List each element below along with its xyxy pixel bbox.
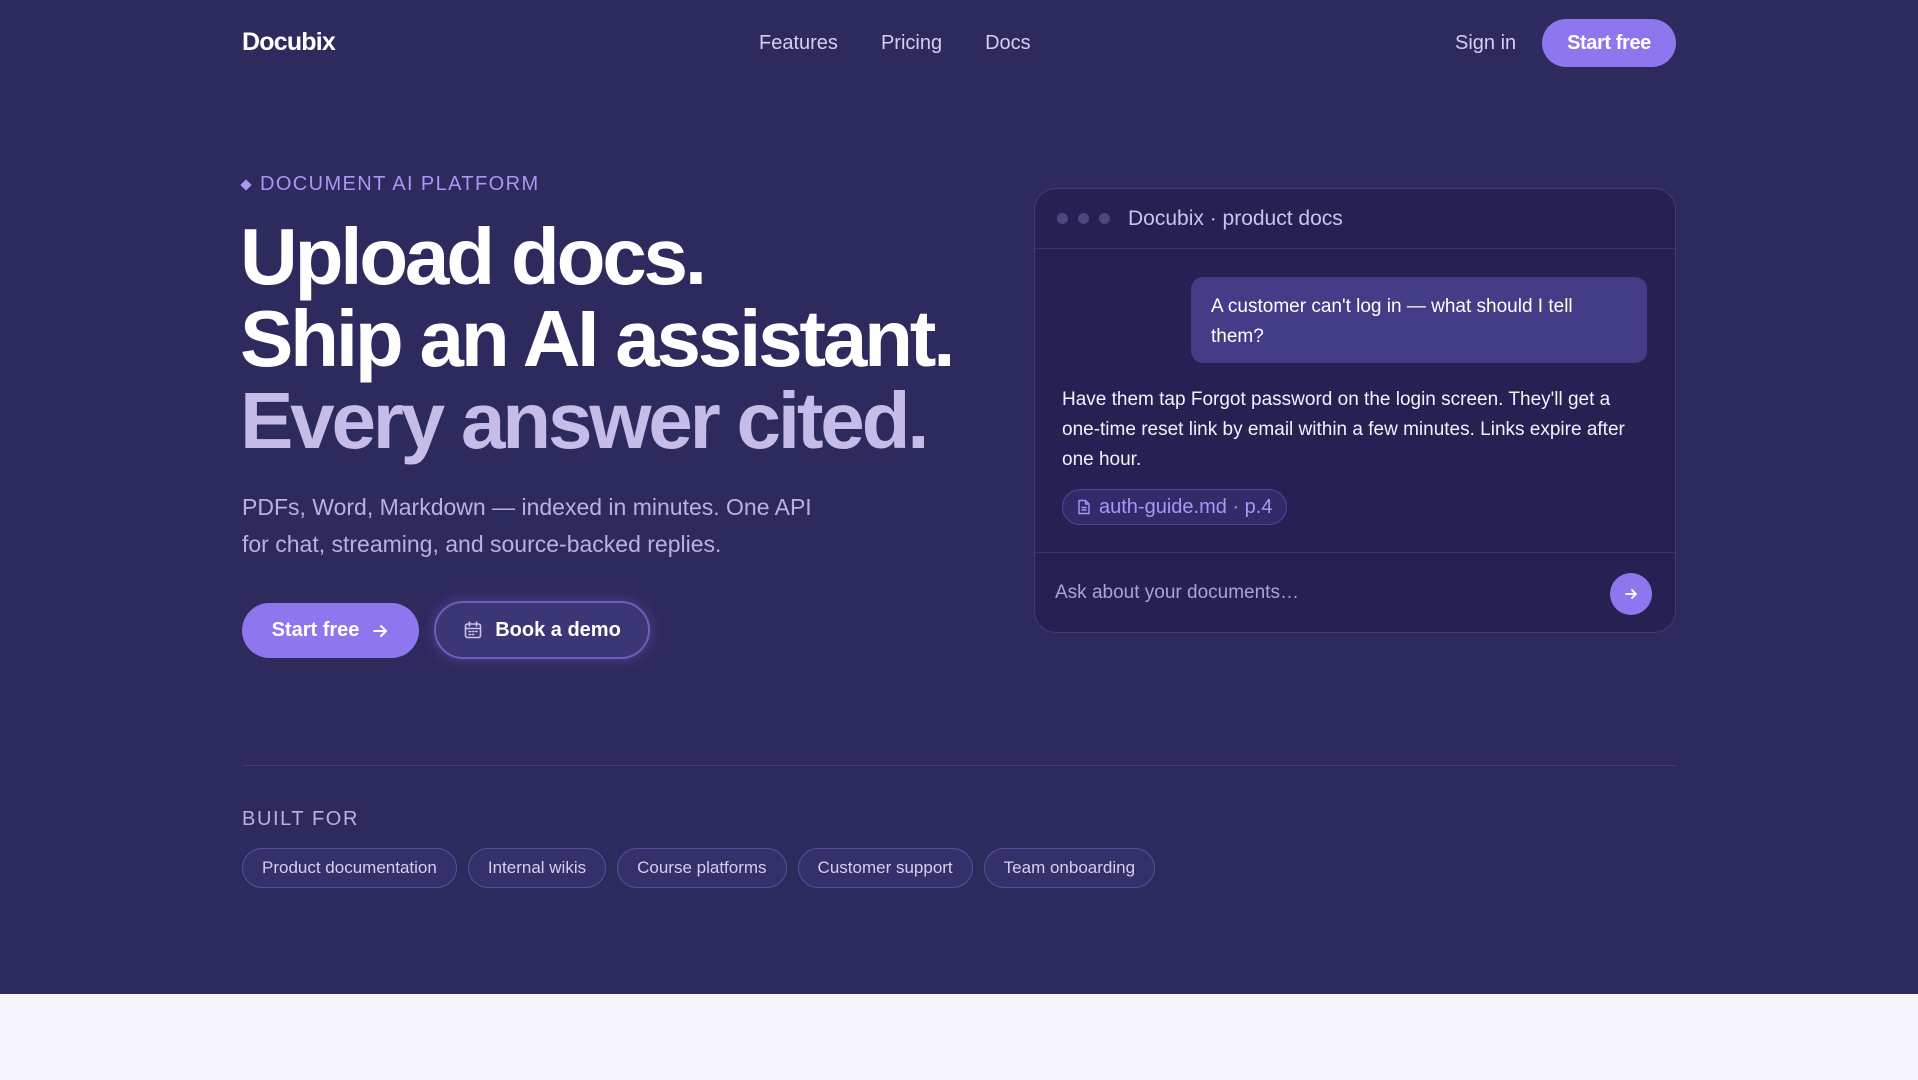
document-icon: [1077, 499, 1091, 515]
headline: Upload docs. Ship an AI assistant. Every…: [240, 212, 955, 465]
diamond-icon: [240, 178, 252, 191]
window-dot-icon: [1078, 213, 1089, 224]
chat-header: Docubix · product docs: [1035, 189, 1675, 249]
tag-team-onboarding: Team onboarding: [983, 848, 1156, 888]
chat-title: Docubix · product docs: [1128, 206, 1343, 230]
citation-chip[interactable]: auth-guide.md · p.4: [1062, 489, 1288, 525]
logo[interactable]: Docubix: [242, 28, 336, 57]
main-nav: Features Pricing Docs: [759, 32, 1031, 55]
tag-product-documentation: Product documentation: [242, 848, 457, 888]
chat-input[interactable]: [1055, 573, 1575, 613]
headline-line-3: Every answer cited.: [240, 376, 929, 465]
chat-preview-window: Docubix · product docs A customer can't …: [1034, 188, 1676, 633]
nav-start-free-button[interactable]: Start free: [1542, 19, 1676, 67]
calendar-icon: [463, 620, 483, 640]
built-for-heading: BUILT FOR: [242, 808, 360, 830]
citation-label: auth-guide.md · p.4: [1099, 495, 1273, 518]
nav-link-features[interactable]: Features: [759, 32, 838, 55]
headline-line-1: Upload docs.: [240, 212, 707, 301]
start-free-label: Start free: [271, 619, 360, 641]
headline-line-2: Ship an AI assistant.: [240, 294, 955, 383]
user-message: A customer can't log in — what should I …: [1191, 277, 1647, 363]
tag-customer-support: Customer support: [797, 848, 973, 888]
chat-input-row: [1035, 552, 1675, 632]
tag-course-platforms: Course platforms: [617, 848, 787, 888]
hero-subtitle: PDFs, Word, Markdown — indexed in minute…: [242, 494, 812, 557]
book-demo-label: Book a demo: [495, 618, 621, 641]
book-demo-button[interactable]: Book a demo: [434, 601, 650, 659]
use-case-tags: Product documentation Internal wikis Cou…: [242, 848, 1156, 888]
window-dot-icon: [1099, 213, 1110, 224]
sign-in-link[interactable]: Sign in: [1455, 32, 1516, 55]
arrow-right-icon: [1623, 586, 1639, 602]
arrow-right-icon: [371, 622, 389, 640]
nav-link-pricing[interactable]: Pricing: [881, 32, 942, 55]
start-free-button[interactable]: Start free: [242, 603, 419, 658]
eyebrow: DOCUMENT AI PLATFORM: [240, 173, 540, 196]
assistant-message: Have them tap Forgot password on the log…: [1062, 389, 1625, 470]
window-dots: [1057, 213, 1110, 224]
next-section-band: [0, 994, 1918, 1080]
tag-internal-wikis: Internal wikis: [467, 848, 607, 888]
eyebrow-label: DOCUMENT AI PLATFORM: [260, 173, 540, 195]
window-dot-icon: [1057, 213, 1068, 224]
nav-link-docs[interactable]: Docs: [985, 32, 1031, 55]
send-button[interactable]: [1610, 573, 1652, 615]
section-divider: [242, 765, 1676, 766]
